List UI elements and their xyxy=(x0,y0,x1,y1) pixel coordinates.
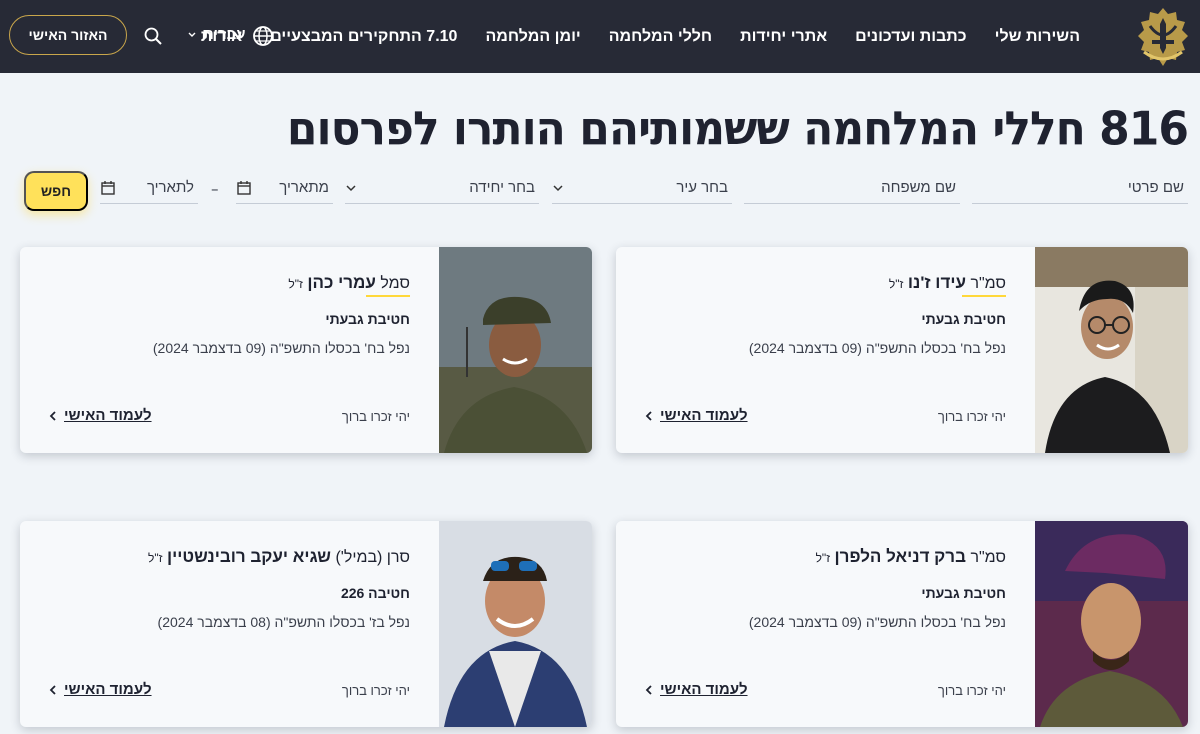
calendar-icon[interactable] xyxy=(100,180,116,196)
soldier-photo xyxy=(439,247,592,453)
main-nav: השירות שלי כתבות ועדכונים אתרי יחידות חל… xyxy=(201,0,1080,73)
personal-page-label: לעמוד האישי xyxy=(660,681,748,698)
soldier-full-name: ברק דניאל הלפרן xyxy=(834,547,966,566)
first-name-placeholder: שם פרטי xyxy=(1127,179,1184,196)
personal-page-link[interactable]: לעמוד האישי xyxy=(644,681,748,698)
idf-logo-icon[interactable] xyxy=(1130,4,1196,70)
soldier-photo xyxy=(1035,247,1188,453)
personal-page-label: לעמוד האישי xyxy=(64,407,152,424)
soldier-name: סרן (במיל') שגיא יעקב רובינשטיין ז"ל xyxy=(148,547,410,567)
soldier-name: סמ"ר עידו ז'נו ז"ל xyxy=(889,273,1006,293)
soldier-zl: ז"ל xyxy=(288,277,303,291)
last-name-placeholder: שם משפחה xyxy=(881,179,956,196)
memorial-text: יהי זכרו ברוך xyxy=(341,409,410,424)
memorial-text: יהי זכרו ברוך xyxy=(341,683,410,698)
fall-date: נפל בח' בכסלו התשפ"ה (09 בדצמבר 2024) xyxy=(748,614,1006,630)
globe-icon[interactable] xyxy=(252,25,274,47)
personal-page-link[interactable]: לעמוד האישי xyxy=(48,407,152,424)
personal-page-label: לעמוד האישי xyxy=(660,407,748,424)
search-icon[interactable] xyxy=(143,26,163,46)
soldier-unit: חטיבת גבעתי xyxy=(921,585,1006,601)
soldier-name: סמ"ר ברק דניאל הלפרן ז"ל xyxy=(816,547,1006,567)
fallen-card[interactable]: סמ"ר עידו ז'נו ז"ל חטיבת גבעתי נפל בח' ב… xyxy=(616,247,1188,453)
chevron-down-icon xyxy=(553,184,563,191)
fall-date: נפל בז' בכסלו התשפ"ה (08 בדצמבר 2024) xyxy=(157,614,410,630)
page-title: 816 חללי המלחמה ששמותיהם הותרו לפרסום xyxy=(286,102,1189,157)
personal-area-button[interactable]: האזור האישי xyxy=(9,15,127,55)
fallen-card[interactable]: סרן (במיל') שגיא יעקב רובינשטיין ז"ל חטי… xyxy=(20,521,592,727)
calendar-icon[interactable] xyxy=(236,180,252,196)
soldier-zl: ז"ל xyxy=(148,551,163,565)
soldier-rank: סמ"ר xyxy=(970,549,1006,566)
nav-fallen[interactable]: חללי המלחמה xyxy=(609,28,712,46)
personal-page-link[interactable]: לעמוד האישי xyxy=(644,407,748,424)
soldier-full-name: עידו ז'נו xyxy=(907,273,966,292)
nav-unit-sites[interactable]: אתרי יחידות xyxy=(740,28,827,46)
last-name-input[interactable]: שם משפחה xyxy=(744,172,960,204)
nav-investigations[interactable]: 7.10 התחקירים המבצעיים xyxy=(270,28,457,46)
soldier-rank: סרן (במיל') xyxy=(335,549,410,566)
soldier-full-name: שגיא יעקב רובינשטיין xyxy=(167,547,331,566)
top-navigation-bar: השירות שלי כתבות ועדכונים אתרי יחידות חל… xyxy=(0,0,1200,73)
soldier-unit: חטיבת גבעתי xyxy=(921,311,1006,327)
personal-page-label: לעמוד האישי xyxy=(64,681,152,698)
fall-date: נפל בח' בכסלו התשפ"ה (09 בדצמבר 2024) xyxy=(748,340,1006,356)
soldier-name: סמל עמרי כהן ז"ל xyxy=(288,273,410,293)
nav-war-diary[interactable]: יומן המלחמה xyxy=(485,28,580,46)
memorial-text: יהי זכרו ברוך xyxy=(937,409,1006,424)
personal-page-link[interactable]: לעמוד האישי xyxy=(48,681,152,698)
chevron-left-icon xyxy=(645,410,652,421)
soldier-rank: סמ"ר xyxy=(970,275,1006,292)
chevron-down-icon[interactable] xyxy=(187,30,197,40)
city-placeholder: בחר עיר xyxy=(676,179,728,196)
soldier-unit: חטיבת גבעתי xyxy=(325,311,410,327)
chevron-left-icon xyxy=(49,684,56,695)
soldier-photo xyxy=(439,521,592,727)
nav-my-service[interactable]: השירות שלי xyxy=(995,28,1080,46)
name-underline xyxy=(962,295,1006,297)
chevron-left-icon xyxy=(49,410,56,421)
soldier-rank: סמל xyxy=(380,275,410,292)
date-range-dash: – xyxy=(211,180,219,198)
soldier-photo xyxy=(1035,521,1188,727)
chevron-left-icon xyxy=(645,684,652,695)
fallen-card[interactable]: סמ"ר ברק דניאל הלפרן ז"ל חטיבת גבעתי נפל… xyxy=(616,521,1188,727)
first-name-input[interactable]: שם פרטי xyxy=(972,172,1188,204)
name-underline xyxy=(366,295,410,297)
from-date-placeholder: מתאריך xyxy=(279,179,329,196)
nav-articles[interactable]: כתבות ועדכונים xyxy=(855,28,967,46)
fall-date: נפל בח' בכסלו התשפ"ה (09 בדצמבר 2024) xyxy=(152,340,410,356)
soldier-zl: ז"ל xyxy=(815,551,831,565)
soldier-zl: ז"ל xyxy=(888,277,904,291)
fallen-card[interactable]: סמל עמרי כהן ז"ל חטיבת גבעתי נפל בח' בכס… xyxy=(20,247,592,453)
to-date-input[interactable]: לתאריך xyxy=(100,172,198,204)
unit-select[interactable]: בחר יחידה xyxy=(345,172,539,204)
soldier-full-name: עמרי כהן xyxy=(307,273,376,292)
search-button[interactable]: חפש xyxy=(24,171,88,211)
unit-placeholder: בחר יחידה xyxy=(469,179,535,196)
from-date-input[interactable]: מתאריך xyxy=(236,172,333,204)
language-selector[interactable]: עברית xyxy=(203,26,246,43)
to-date-placeholder: לתאריך xyxy=(146,179,194,196)
chevron-down-icon xyxy=(346,184,356,191)
memorial-text: יהי זכרו ברוך xyxy=(937,683,1006,698)
soldier-unit: חטיבה 226 xyxy=(340,585,410,601)
city-select[interactable]: בחר עיר xyxy=(552,172,732,204)
